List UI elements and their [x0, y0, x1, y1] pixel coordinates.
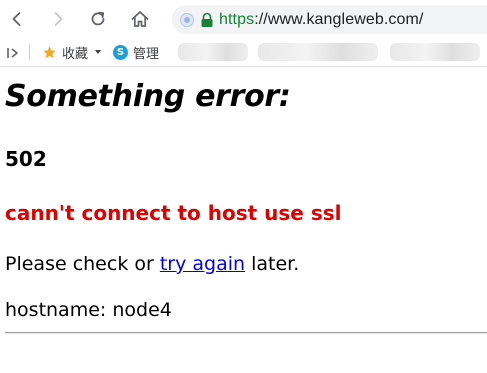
home-icon: [131, 11, 149, 27]
blurred-bookmark: [258, 43, 378, 61]
error-message: cann't connect to host use ssl: [5, 201, 342, 225]
blurred-bookmark: [178, 43, 248, 61]
try-again-link[interactable]: try again: [160, 253, 245, 275]
error-code: 502: [5, 147, 47, 171]
forward-button[interactable]: [45, 6, 71, 32]
bookmark-manage[interactable]: S 管理: [113, 43, 159, 62]
skype-icon: S: [113, 44, 129, 60]
chevron-down-icon: [95, 50, 102, 54]
url-scheme: https: [219, 10, 255, 28]
hint-before: Please check or: [5, 253, 160, 275]
star-icon: [42, 45, 57, 60]
address-bar[interactable]: https://www.kangleweb.com/: [172, 5, 487, 34]
page-content: Something error: 502 cann't connect to h…: [0, 68, 487, 373]
hostname-label: hostname:: [5, 299, 113, 321]
url-host: ://www.kangleweb.com/: [254, 10, 424, 28]
site-info-icon[interactable]: [180, 12, 194, 27]
hostname-value: node4: [112, 299, 172, 321]
bookmark-favorites[interactable]: 收藏: [42, 43, 102, 62]
blurred-bookmark: [390, 43, 480, 61]
back-arrow-icon: [12, 12, 21, 26]
error-title: Something error:: [5, 79, 291, 114]
sidebar-toggle-icon[interactable]: [6, 45, 20, 59]
reload-icon: [91, 11, 105, 26]
reload-button[interactable]: [85, 6, 111, 32]
url-text[interactable]: https://www.kangleweb.com/: [219, 11, 423, 29]
hostname-line: hostname: node4: [5, 299, 172, 321]
bookmark-favorites-label: 收藏: [62, 46, 89, 62]
bookmark-manage-label: 管理: [133, 46, 160, 62]
error-hint: Please check or try again later.: [5, 253, 299, 275]
hint-after: later.: [245, 253, 300, 275]
home-button[interactable]: [127, 6, 153, 32]
back-button[interactable]: [4, 6, 30, 32]
browser-toolbar: https://www.kangleweb.com/: [0, 0, 487, 38]
horizontal-rule: [5, 332, 487, 334]
lock-icon[interactable]: [200, 12, 214, 28]
forward-arrow-icon: [54, 12, 63, 26]
bookmarks-divider: [29, 44, 30, 60]
